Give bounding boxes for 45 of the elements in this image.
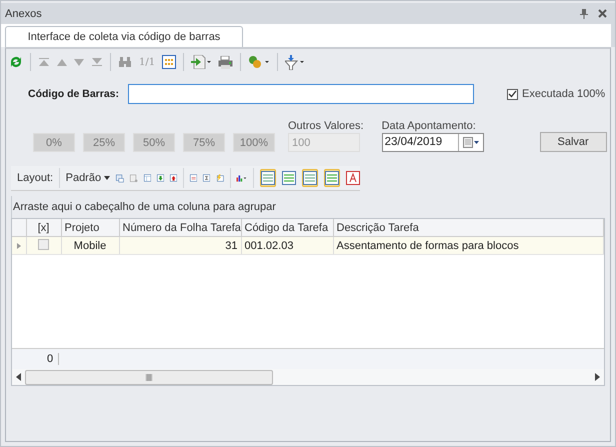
date-field[interactable]: 23/04/2019 — [382, 133, 484, 152]
binoculars-icon[interactable] — [118, 56, 132, 68]
caret-icon — [104, 176, 110, 180]
calendar-icon[interactable] — [462, 137, 479, 148]
left-arrow-icon[interactable] — [16, 373, 21, 381]
page-counter: 1/1 — [139, 56, 156, 68]
grip-icon — [146, 374, 152, 381]
row-count: 0 — [47, 353, 60, 365]
other-values-label: Outros Valores: — [288, 120, 364, 132]
row-indicator-icon — [16, 242, 21, 248]
table-cell: Assentamento de formas para blocos — [333, 236, 604, 254]
table-row[interactable]: Mobile 31 001.02.03 Assentamento de formas para blocos — [12, 236, 604, 254]
view-toggle[interactable] — [260, 169, 276, 187]
executed-checkbox[interactable]: Executada 100% — [507, 88, 606, 100]
right-arrow-icon[interactable] — [595, 373, 600, 381]
column-header[interactable]: Descrição Tarefa — [333, 219, 604, 236]
column-header[interactable]: [x] — [26, 219, 61, 236]
horizontal-scrollbar[interactable] — [12, 369, 604, 385]
tab[interactable]: Interface de coleta via código de barras — [5, 26, 243, 47]
column-header[interactable]: Número da Folha Tarefa — [119, 219, 241, 236]
refresh-icon[interactable] — [9, 55, 23, 69]
column-header[interactable]: Projeto — [61, 219, 119, 236]
layout-dropdown[interactable]: Padrão — [66, 172, 110, 184]
column-header[interactable]: Código da Tarefa — [241, 219, 333, 236]
export-icon[interactable] — [191, 55, 212, 69]
table-cell: 001.02.03 — [241, 236, 333, 254]
view-toggle[interactable] — [346, 169, 360, 187]
pin-icon[interactable] — [580, 8, 588, 18]
panel-title: Anexos — [5, 8, 43, 20]
table-cell: Mobile — [61, 236, 119, 254]
date-label: Data Apontamento: — [382, 120, 477, 132]
filter-icon[interactable] — [285, 54, 306, 70]
close-icon[interactable] — [598, 9, 607, 18]
barcode-field[interactable] — [128, 84, 474, 104]
table-cell: 31 — [119, 236, 241, 254]
print-icon[interactable] — [218, 56, 234, 68]
layout-label: Layout: — [17, 172, 54, 184]
row-checkbox[interactable] — [38, 238, 49, 250]
view-toggle[interactable] — [324, 169, 340, 187]
grid-icon[interactable] — [162, 55, 176, 69]
barcode-label: Código de Barras: — [28, 88, 120, 100]
view-toggle[interactable] — [302, 169, 318, 187]
save-button[interactable]: Salvar — [540, 132, 607, 152]
view-toggle[interactable] — [282, 169, 296, 187]
checkmark-icon — [508, 90, 517, 98]
